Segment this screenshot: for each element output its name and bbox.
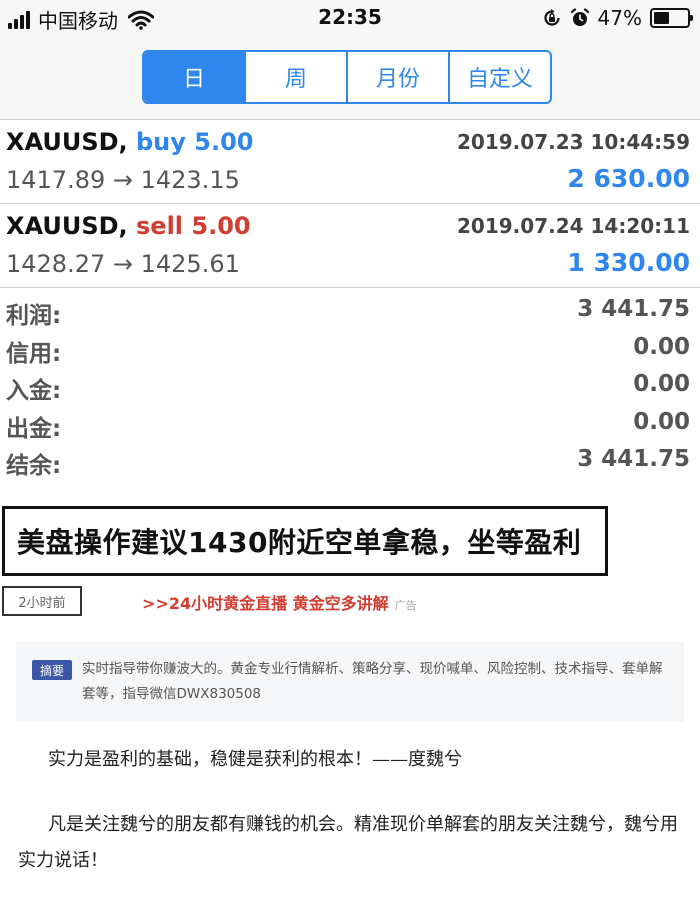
status-bar-right: 47%: [542, 6, 693, 30]
summary-value: 3 441.75: [577, 446, 690, 472]
tab-custom[interactable]: 自定义: [450, 52, 550, 102]
trade-time: 2019.07.24 14:20:11: [457, 214, 690, 238]
summary-label: 利润:: [6, 303, 62, 329]
abstract-text: 实时指导带你赚波大的。黄金专业行情解析、策略分享、现价喊单、风险控制、技术指导、…: [82, 661, 663, 702]
summary-row-profit: 利润: 3 441.75: [0, 292, 700, 330]
summary-label: 信用:: [6, 340, 62, 367]
trade-direction: sell 5.00: [136, 212, 251, 240]
battery-percent: 47%: [597, 6, 642, 30]
ad-link-text[interactable]: >>24小时黄金直播 黄金空多讲解: [142, 594, 389, 613]
article-paragraph: 凡是关注魏兮的朋友都有赚钱的机会。精准现价单解套的朋友关注魏兮，魏兮用实力说话！: [18, 814, 678, 871]
article-headline-box: 美盘操作建议1430附近空单拿稳，坐等盈利: [2, 506, 608, 576]
summary-label: 结余:: [6, 453, 62, 479]
account-summary: 利润: 3 441.75 信用: 0.00 入金: 0.00 出金: 0.00 …: [0, 292, 700, 480]
summary-row-balance: 结余: 3 441.75: [0, 442, 700, 480]
summary-value: 0.00: [633, 371, 690, 397]
battery-icon: [650, 8, 693, 28]
abstract-badge: 摘要: [32, 660, 72, 680]
summary-value: 0.00: [633, 333, 690, 360]
summary-label: 入金:: [6, 378, 62, 404]
article-abstract: 摘要 实时指导带你赚波大的。黄金专业行情解析、策略分享、现价喊单、风险控制、技术…: [16, 642, 684, 722]
summary-value: 0.00: [633, 408, 690, 435]
period-selector-bar: 日 周 月份 自定义: [0, 36, 700, 120]
trade-symbol-line: XAUUSD, buy 5.00: [6, 128, 253, 156]
summary-value: 3 441.75: [577, 296, 690, 322]
rotation-lock-icon: [543, 9, 560, 26]
trade-direction: buy 5.00: [136, 128, 254, 156]
summary-label: 出金:: [6, 415, 62, 442]
trade-symbol: XAUUSD,: [6, 128, 128, 156]
article-headline: 美盘操作建议1430附近空单拿稳，坐等盈利: [17, 526, 582, 559]
article-meta: 2小时前 >>24小时黄金直播 黄金空多讲解 广告: [2, 586, 700, 616]
alarm-icon: [570, 8, 589, 26]
period-segmented-control: 日 周 月份 自定义: [142, 50, 552, 104]
trade-row[interactable]: XAUUSD, sell 5.00 2019.07.24 14:20:11 14…: [0, 204, 700, 288]
ad-link[interactable]: >>24小时黄金直播 黄金空多讲解 广告: [142, 590, 417, 614]
ad-tag: 广告: [394, 599, 417, 612]
summary-row-credit: 信用: 0.00: [0, 330, 700, 368]
trade-prices: 1417.89 → 1423.15: [6, 166, 240, 194]
trade-symbol-line: XAUUSD, sell 5.00: [6, 212, 251, 240]
status-bar: 中国移动 22:35 47%: [0, 0, 700, 36]
tab-week[interactable]: 周: [246, 52, 348, 102]
trade-time: 2019.07.23 10:44:59: [457, 130, 690, 154]
article-time-ago: 2小时前: [2, 586, 82, 616]
tab-month[interactable]: 月份: [348, 52, 450, 102]
battery-fill: [654, 12, 670, 24]
trade-profit: 1 330.00: [567, 248, 690, 277]
trade-prices: 1428.27 → 1425.61: [6, 250, 240, 278]
article-paragraph: 实力是盈利的基础，稳健是获利的根本！——度魏兮: [48, 749, 462, 770]
trade-profit: 2 630.00: [567, 164, 690, 193]
summary-row-deposit: 入金: 0.00: [0, 367, 700, 405]
summary-row-withdrawal: 出金: 0.00: [0, 405, 700, 443]
tab-day[interactable]: 日: [144, 52, 246, 102]
trade-symbol: XAUUSD,: [6, 212, 128, 240]
trade-row[interactable]: XAUUSD, buy 5.00 2019.07.23 10:44:59 141…: [0, 120, 700, 204]
